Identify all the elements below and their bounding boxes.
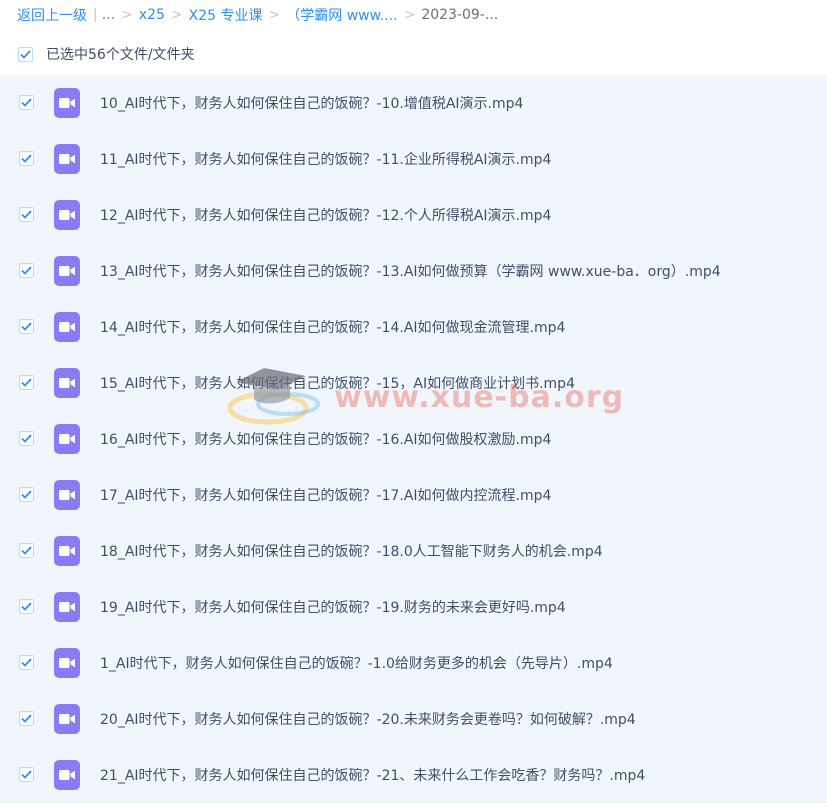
file-checkbox[interactable]: [19, 711, 34, 726]
file-name[interactable]: 11_AI时代下，财务人如何保住自己的饭碗？-11.企业所得税AI演示.mp4: [100, 149, 551, 169]
video-file-icon: [54, 255, 80, 286]
video-camera-icon: [59, 321, 75, 332]
file-row[interactable]: 18_AI时代下，财务人如何保住自己的饭碗？-18.0人工智能下财务人的机会.m…: [0, 523, 827, 579]
file-name[interactable]: 14_AI时代下，财务人如何保住自己的饭碗？-14.AI如何做现金流管理.mp4: [100, 317, 565, 337]
file-checkbox[interactable]: [19, 599, 34, 614]
select-all-checkbox[interactable]: [18, 46, 33, 62]
video-camera-icon: [59, 433, 75, 444]
video-camera-icon: [59, 713, 75, 724]
checkmark-icon: [21, 770, 32, 779]
video-camera-icon: [59, 209, 75, 220]
file-checkbox[interactable]: [19, 767, 34, 782]
file-list: 10_AI时代下，财务人如何保住自己的饭碗？-10.增值税AI演示.mp4 11…: [0, 75, 827, 803]
file-checkbox[interactable]: [19, 655, 34, 670]
video-camera-icon: [59, 97, 75, 108]
checkmark-icon: [21, 546, 32, 555]
file-row[interactable]: 12_AI时代下，财务人如何保住自己的饭碗？-12.个人所得税AI演示.mp4: [0, 187, 827, 243]
selection-summary: 已选中56个文件/文件夹: [46, 47, 195, 63]
breadcrumb-separator: >: [121, 7, 133, 23]
file-checkbox[interactable]: [19, 151, 34, 166]
breadcrumb: 返回上一级 | ... > x25 > X25 专业课 > （学霸网 www..…: [0, 0, 827, 30]
video-camera-icon: [59, 769, 75, 780]
breadcrumb-item-x25[interactable]: x25: [139, 7, 165, 23]
video-file-icon: [54, 479, 80, 510]
video-file-icon: [54, 199, 80, 230]
file-checkbox[interactable]: [19, 431, 34, 446]
checkmark-icon: [21, 154, 32, 163]
breadcrumb-separator: >: [268, 7, 281, 23]
video-camera-icon: [59, 657, 75, 668]
file-row[interactable]: 11_AI时代下，财务人如何保住自己的饭碗？-11.企业所得税AI演示.mp4: [0, 131, 827, 187]
breadcrumb-item-x25-course[interactable]: X25 专业课: [189, 5, 263, 25]
file-name[interactable]: 15_AI时代下，财务人如何保住自己的饭碗？-15，AI如何做商业计划书.mp4: [100, 373, 575, 393]
video-camera-icon: [59, 265, 75, 276]
file-row[interactable]: 17_AI时代下，财务人如何保住自己的饭碗？-17.AI如何做内控流程.mp4: [0, 467, 827, 523]
checkmark-icon: [21, 210, 32, 219]
file-row[interactable]: 14_AI时代下，财务人如何保住自己的饭碗？-14.AI如何做现金流管理.mp4: [0, 299, 827, 355]
checkmark-icon: [21, 490, 32, 499]
file-row[interactable]: 19_AI时代下，财务人如何保住自己的饭碗？-19.财务的未来会更好吗.mp4: [0, 579, 827, 635]
file-row[interactable]: 16_AI时代下，财务人如何保住自己的饭碗？-16.AI如何做股权激励.mp4: [0, 411, 827, 467]
video-camera-icon: [59, 489, 75, 500]
file-name[interactable]: 13_AI时代下，财务人如何保住自己的饭碗？-13.AI如何做预算（学霸网 ww…: [100, 261, 721, 281]
video-camera-icon: [59, 153, 75, 164]
file-name[interactable]: 12_AI时代下，财务人如何保住自己的饭碗？-12.个人所得税AI演示.mp4: [100, 205, 551, 225]
checkmark-icon: [21, 98, 32, 107]
file-checkbox[interactable]: [19, 207, 34, 222]
file-row[interactable]: 21_AI时代下，财务人如何保住自己的饭碗？-21、未来什么工作会吃香？财务吗？…: [0, 747, 827, 803]
video-camera-icon: [59, 545, 75, 556]
file-row[interactable]: 13_AI时代下，财务人如何保住自己的饭碗？-13.AI如何做预算（学霸网 ww…: [0, 243, 827, 299]
breadcrumb-separator: >: [170, 7, 183, 23]
file-checkbox[interactable]: [19, 263, 34, 278]
breadcrumb-ellipsis[interactable]: ...: [102, 7, 115, 23]
breadcrumb-separator: >: [403, 7, 416, 23]
file-checkbox[interactable]: [19, 543, 34, 558]
video-file-icon: [54, 647, 80, 678]
breadcrumb-divider: |: [93, 7, 98, 23]
checkmark-icon: [21, 266, 32, 275]
video-file-icon: [54, 423, 80, 454]
breadcrumb-item-current: 2023-09-...: [421, 7, 499, 23]
file-name[interactable]: 19_AI时代下，财务人如何保住自己的饭碗？-19.财务的未来会更好吗.mp4: [100, 597, 566, 617]
checkmark-icon: [21, 714, 32, 723]
file-name[interactable]: 21_AI时代下，财务人如何保住自己的饭碗？-21、未来什么工作会吃香？财务吗？…: [100, 765, 645, 785]
checkmark-icon: [21, 322, 32, 331]
file-name[interactable]: 16_AI时代下，财务人如何保住自己的饭碗？-16.AI如何做股权激励.mp4: [100, 429, 551, 449]
file-name[interactable]: 17_AI时代下，财务人如何保住自己的饭碗？-17.AI如何做内控流程.mp4: [100, 485, 551, 505]
file-name[interactable]: 18_AI时代下，财务人如何保住自己的饭碗？-18.0人工智能下财务人的机会.m…: [100, 541, 603, 561]
checkmark-icon: [21, 434, 32, 443]
file-checkbox[interactable]: [19, 95, 34, 110]
video-file-icon: [54, 87, 80, 118]
video-file-icon: [54, 591, 80, 622]
video-file-icon: [54, 367, 80, 398]
file-row[interactable]: 20_AI时代下，财务人如何保住自己的饭碗？-20.未来财务会更卷吗？如何破解？…: [0, 691, 827, 747]
video-camera-icon: [59, 601, 75, 612]
file-name[interactable]: 10_AI时代下，财务人如何保住自己的饭碗？-10.增值税AI演示.mp4: [100, 93, 523, 113]
breadcrumb-item-xueba[interactable]: （学霸网 www....: [286, 5, 397, 25]
video-file-icon: [54, 143, 80, 174]
file-row[interactable]: 1_AI时代下，财务人如何保住自己的饭碗？-1.0给财务更多的机会（先导片）.m…: [0, 635, 827, 691]
back-link[interactable]: 返回上一级: [17, 5, 87, 25]
checkmark-icon: [21, 378, 32, 387]
checkmark-icon: [20, 49, 31, 59]
file-row[interactable]: 15_AI时代下，财务人如何保住自己的饭碗？-15，AI如何做商业计划书.mp4: [0, 355, 827, 411]
file-checkbox[interactable]: [19, 375, 34, 390]
checkmark-icon: [21, 602, 32, 611]
video-file-icon: [54, 535, 80, 566]
video-file-icon: [54, 759, 80, 790]
video-camera-icon: [59, 377, 75, 388]
file-name[interactable]: 20_AI时代下，财务人如何保住自己的饭碗？-20.未来财务会更卷吗？如何破解？…: [100, 709, 636, 729]
file-checkbox[interactable]: [19, 487, 34, 502]
video-file-icon: [54, 703, 80, 734]
file-checkbox[interactable]: [19, 319, 34, 334]
file-name[interactable]: 1_AI时代下，财务人如何保住自己的饭碗？-1.0给财务更多的机会（先导片）.m…: [100, 653, 613, 673]
checkmark-icon: [21, 658, 32, 667]
video-file-icon: [54, 311, 80, 342]
file-row[interactable]: 10_AI时代下，财务人如何保住自己的饭碗？-10.增值税AI演示.mp4: [0, 75, 827, 131]
select-all-bar: 已选中56个文件/文件夹: [0, 36, 827, 72]
